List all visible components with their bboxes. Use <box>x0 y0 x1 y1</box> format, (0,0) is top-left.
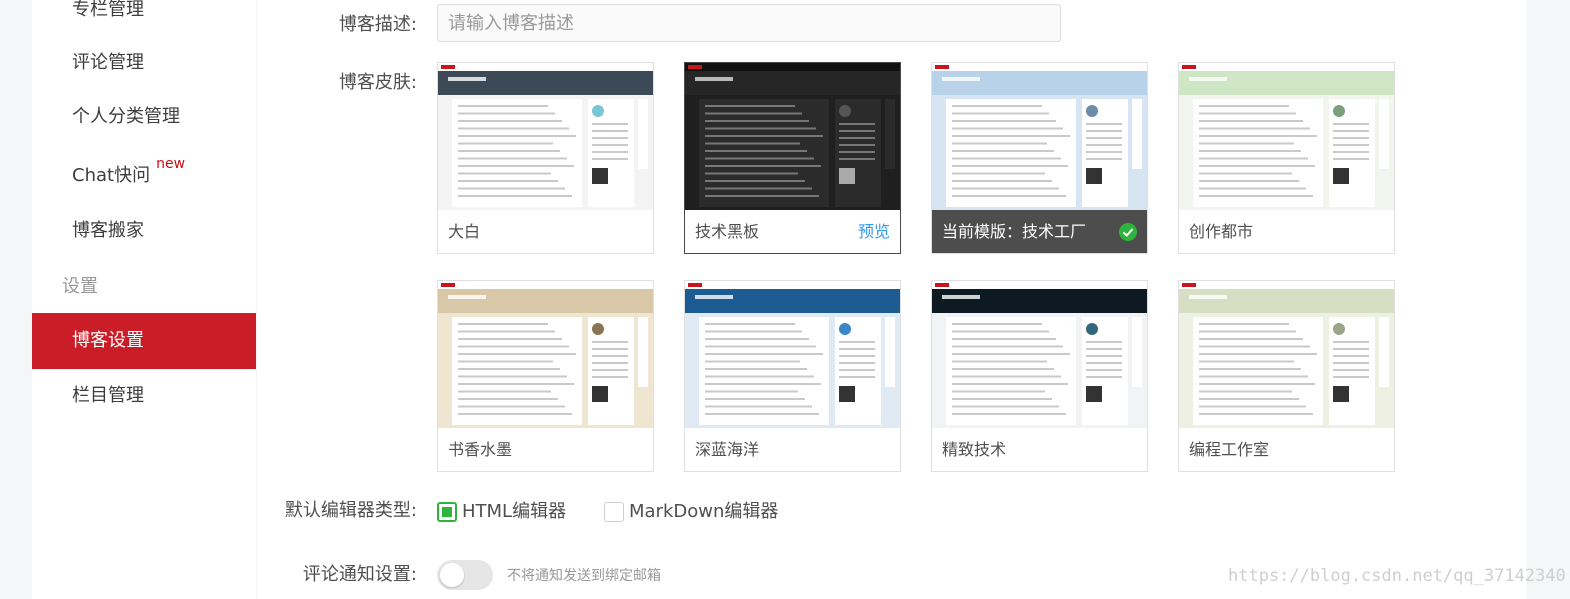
skin-caption: 编程工作室 <box>1179 428 1394 471</box>
skin-card-jingzhi[interactable]: 精致技术 <box>931 280 1148 472</box>
sidebar-item-blog-settings[interactable]: 博客设置 <box>32 313 256 369</box>
sidebar-item-category-manage[interactable]: 个人分类管理 <box>32 89 256 145</box>
skin-thumbnail <box>1179 63 1394 210</box>
sidebar-item-column-manage[interactable]: 专栏管理 <box>32 0 256 38</box>
description-input[interactable] <box>437 4 1061 42</box>
comment-notify-label: 评论通知设置: <box>302 564 417 585</box>
sidebar-item-label: 个人分类管理 <box>72 106 180 127</box>
skin-thumbnail <box>1179 281 1394 428</box>
sidebar-item-label: 博客设置 <box>72 330 144 351</box>
markdown-editor-checkbox[interactable] <box>604 502 624 522</box>
description-label: 博客描述: <box>338 14 417 35</box>
sidebar-item-chat[interactable]: Chat快问 new <box>32 148 256 204</box>
watermark-url: https://blog.csdn.net/qq_37142340 <box>1228 566 1566 586</box>
skin-name: 大白 <box>448 222 481 241</box>
skin-name: 当前模版：技术工厂 <box>942 222 1087 241</box>
skin-card-heiban[interactable]: 技术黑板 预览 <box>684 62 901 254</box>
skin-preview-graphic <box>1179 281 1394 428</box>
comment-notify-toggle[interactable] <box>437 560 493 590</box>
skin-card-haiyang[interactable]: 深蓝海洋 <box>684 280 901 472</box>
skin-caption: 书香水墨 <box>438 428 653 471</box>
skin-card-dabai[interactable]: 大白 <box>437 62 654 254</box>
skin-name: 书香水墨 <box>448 440 513 459</box>
skin-caption: 技术黑板 预览 <box>685 210 900 253</box>
skin-thumbnail <box>932 63 1147 210</box>
skin-caption: 创作都市 <box>1179 210 1394 253</box>
skin-preview-graphic <box>932 281 1147 428</box>
skin-name: 创作都市 <box>1189 222 1254 241</box>
skin-thumbnail <box>685 63 900 210</box>
skin-caption: 当前模版：技术工厂 <box>932 210 1147 253</box>
skin-name: 技术黑板 <box>695 222 760 241</box>
new-badge: new <box>156 156 186 172</box>
html-editor-checkbox[interactable] <box>437 502 457 522</box>
sidebar-item-blog-move[interactable]: 博客搬家 <box>32 203 256 259</box>
preview-link[interactable]: 预览 <box>858 210 890 253</box>
skin-thumbnail <box>932 281 1147 428</box>
html-editor-label[interactable]: HTML编辑器 <box>462 500 566 524</box>
skin-thumbnail <box>438 281 653 428</box>
skin-name: 精致技术 <box>942 440 1007 459</box>
skin-name: 深蓝海洋 <box>695 440 760 459</box>
skin-preview-graphic <box>438 281 653 428</box>
skin-preview-graphic <box>685 281 900 428</box>
skin-name: 编程工作室 <box>1189 440 1270 459</box>
blog-settings-panel: 博客描述: 博客皮肤: 大白 技术黑板 预览 当前模版：技术工厂 创作都市书香水墨 深蓝海… <box>257 0 1527 599</box>
skin-caption: 大白 <box>438 210 653 253</box>
skin-card-shuimo[interactable]: 书香水墨 <box>437 280 654 472</box>
sidebar-group-settings: 设置 <box>62 276 98 297</box>
skin-card-gongchang[interactable]: 当前模版：技术工厂 <box>931 62 1148 254</box>
sidebar-item-label: 博客搬家 <box>72 220 144 241</box>
skin-preview-graphic <box>1179 63 1394 210</box>
sidebar-item-label: Chat快问 <box>72 165 151 186</box>
skin-caption: 深蓝海洋 <box>685 428 900 471</box>
sidebar-item-comment-manage[interactable]: 评论管理 <box>32 35 256 91</box>
sidebar-item-label: 专栏管理 <box>72 0 144 20</box>
skin-caption: 精致技术 <box>932 428 1147 471</box>
skin-thumbnail <box>438 63 653 210</box>
skin-preview-graphic <box>438 63 653 210</box>
sidebar-item-label: 评论管理 <box>72 52 144 73</box>
skin-preview-graphic <box>685 63 900 210</box>
editor-type-label: 默认编辑器类型: <box>284 500 417 521</box>
sidebar-item-column-settings[interactable]: 栏目管理 <box>32 368 256 424</box>
skin-label: 博客皮肤: <box>338 72 417 93</box>
markdown-editor-label[interactable]: MarkDown编辑器 <box>629 500 778 524</box>
skin-card-gongzuoshi[interactable]: 编程工作室 <box>1178 280 1395 472</box>
comment-notify-text: 不将通知发送到绑定邮箱 <box>507 568 661 584</box>
skin-thumbnail <box>685 281 900 428</box>
check-circle-icon <box>1119 223 1137 241</box>
toggle-knob <box>440 563 464 587</box>
skin-card-dushi[interactable]: 创作都市 <box>1178 62 1395 254</box>
sidebar-item-label: 栏目管理 <box>72 385 144 406</box>
sidebar: 专栏管理 评论管理 个人分类管理 Chat快问new 博客搬家 设置 博客设置 … <box>32 0 256 599</box>
skin-preview-graphic <box>932 63 1147 210</box>
